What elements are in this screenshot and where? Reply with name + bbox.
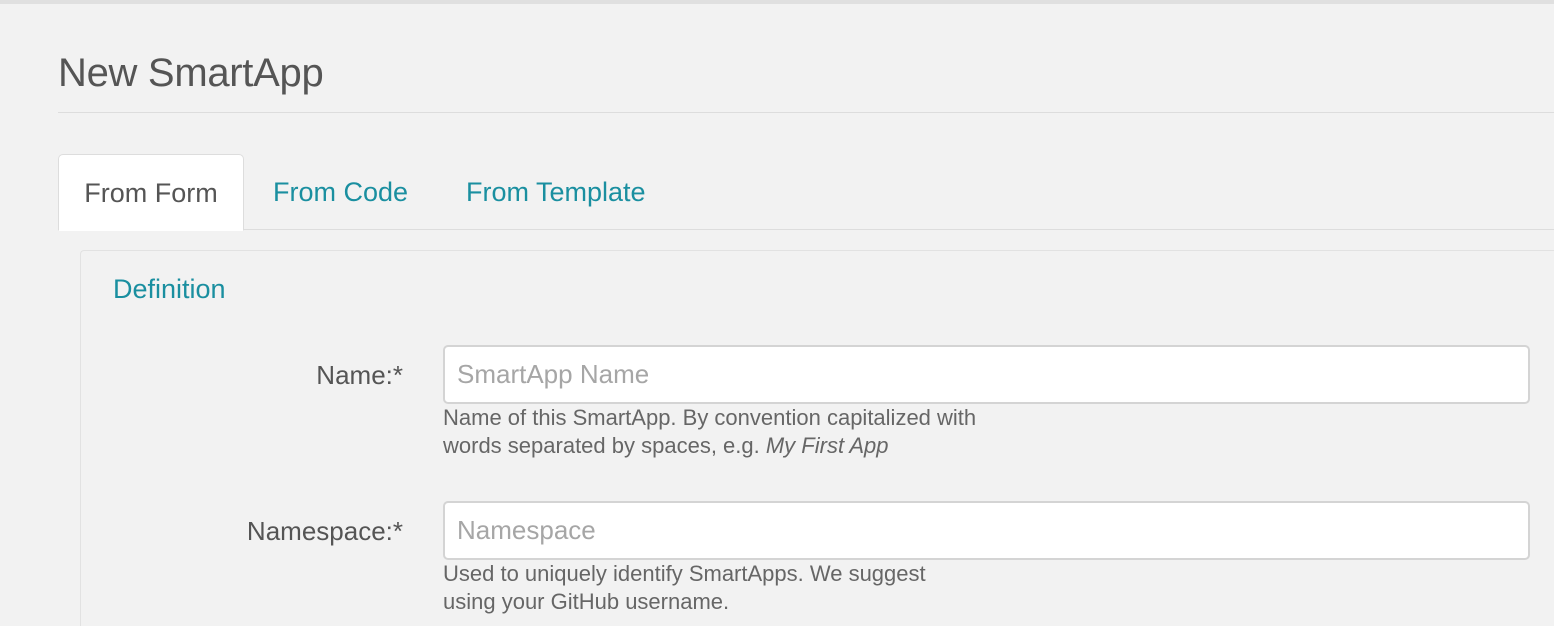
name-help-line-1: Name of this SmartApp. By convention cap… <box>443 405 977 430</box>
tab-content-from-form: Definition Name:* Name of this SmartApp.… <box>58 230 1554 626</box>
page-title: New SmartApp <box>58 51 324 95</box>
name-help-prefix: words separated by spaces, e.g. <box>443 433 766 458</box>
tab-from-form[interactable]: From Form <box>58 154 244 231</box>
namespace-input[interactable] <box>443 501 1530 560</box>
namespace-help-line-1: Used to uniquely identify SmartApps. We … <box>443 561 926 586</box>
namespace-help-line-2: using your GitHub username. <box>443 589 730 614</box>
tab-from-template[interactable]: From Template <box>466 154 646 230</box>
tab-bar: From Form From Code From Template <box>58 154 1554 231</box>
section-title-definition: Definition <box>113 274 226 304</box>
title-divider <box>58 112 1554 113</box>
top-border-strip <box>0 0 1554 4</box>
name-field-label: Name:* <box>316 360 403 390</box>
definition-panel: Definition Name:* Name of this SmartApp.… <box>80 250 1554 626</box>
tab-from-code[interactable]: From Code <box>273 154 408 230</box>
name-help-example: My First App <box>765 433 889 458</box>
name-input[interactable] <box>443 345 1530 404</box>
name-help-line-2: words separated by spaces, e.g. My First… <box>443 432 1083 460</box>
name-help-text: Name of this SmartApp. By convention cap… <box>443 404 1083 460</box>
namespace-field-label: Namespace:* <box>246 516 403 546</box>
namespace-help-text: Used to uniquely identify SmartApps. We … <box>443 560 1083 616</box>
